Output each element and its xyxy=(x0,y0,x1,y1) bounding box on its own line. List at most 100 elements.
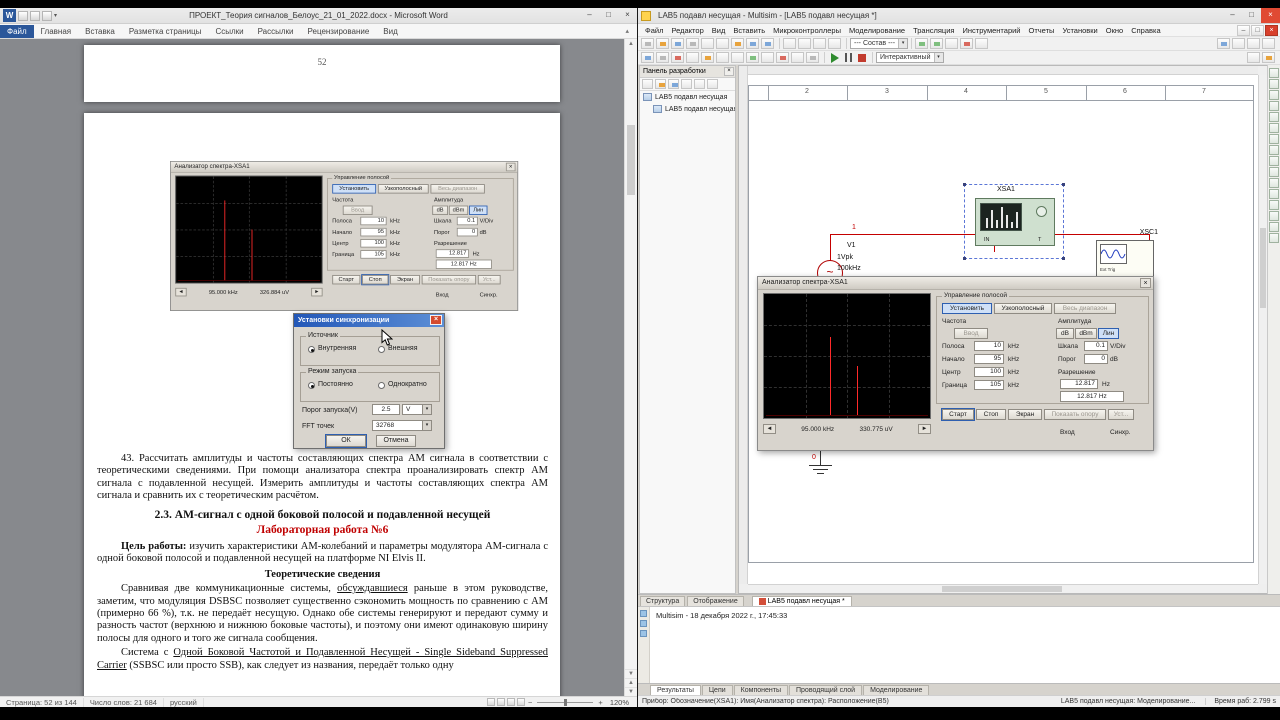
toolbox-tab-visibility[interactable]: Отображение xyxy=(687,596,744,606)
undo-icon[interactable] xyxy=(746,38,759,49)
logic-converter-icon[interactable] xyxy=(1269,167,1279,177)
copy-icon[interactable] xyxy=(716,38,729,49)
lin-button[interactable]: Лин xyxy=(1098,328,1119,339)
span-value[interactable]: 10 xyxy=(974,341,1004,351)
collapse-icon[interactable] xyxy=(707,79,718,89)
chevron-down-icon[interactable]: ▾ xyxy=(898,39,908,48)
tab-components[interactable]: Компоненты xyxy=(733,685,788,695)
wattmeter-icon[interactable] xyxy=(1269,90,1279,100)
iv-analyzer-icon[interactable] xyxy=(1269,178,1279,188)
new-sheet-icon[interactable] xyxy=(642,79,653,89)
xsa1-selection-box[interactable]: XSA1 IN T xyxy=(963,183,1065,260)
dbm-button[interactable]: dBm xyxy=(1075,328,1097,339)
close-icon[interactable]: × xyxy=(724,67,734,76)
maximize-button[interactable]: □ xyxy=(1242,8,1261,23)
v1-refdes[interactable]: V1 xyxy=(847,242,856,249)
menu-simulate[interactable]: Моделирование xyxy=(845,26,909,35)
place-basic-icon[interactable] xyxy=(656,52,669,63)
place-source-icon[interactable] xyxy=(641,52,654,63)
selection-handle[interactable] xyxy=(963,257,966,260)
tab-home[interactable]: Главная xyxy=(34,25,78,38)
open-sheet-icon[interactable] xyxy=(655,79,666,89)
view-print-icon[interactable] xyxy=(487,698,496,706)
postprocessor-icon[interactable] xyxy=(945,38,959,49)
radio-internal[interactable] xyxy=(308,346,315,353)
menu-transfer[interactable]: Трансляция xyxy=(909,26,958,35)
zoom-slider[interactable] xyxy=(537,698,594,706)
menu-mcu[interactable]: Микроконтроллеры xyxy=(769,26,845,35)
log-icon[interactable] xyxy=(640,610,647,617)
end-value[interactable]: 105 xyxy=(974,380,1004,390)
canvas-content[interactable]: 2 3 4 5 6 7 1 ~ V1 1Vpk 100kHz XSA1 IN T… xyxy=(748,75,1258,584)
place-mixed-icon[interactable] xyxy=(761,52,774,63)
selection-handle[interactable] xyxy=(963,183,966,186)
menu-help[interactable]: Справка xyxy=(1127,26,1164,35)
open-icon[interactable] xyxy=(656,38,669,49)
grapher-icon[interactable] xyxy=(915,38,929,49)
zoom-in-icon[interactable] xyxy=(783,38,796,49)
place-ttl-icon[interactable] xyxy=(716,52,729,63)
menu-view[interactable]: Вид xyxy=(708,26,730,35)
zoom-full-icon[interactable] xyxy=(828,38,841,49)
screen-button[interactable]: Экран xyxy=(1008,409,1042,420)
start-button[interactable]: Старт xyxy=(942,409,974,420)
zoom-in-button[interactable]: + xyxy=(595,698,605,707)
stop-simulation-icon[interactable] xyxy=(858,53,866,62)
doc-minimize-button[interactable]: – xyxy=(1237,24,1250,36)
log-icon[interactable] xyxy=(640,620,647,627)
word-vertical-scrollbar[interactable]: ▲ ▼ ▲ ▼ xyxy=(624,39,637,696)
ground-symbol[interactable] xyxy=(809,465,832,466)
tab-file[interactable]: Файл xyxy=(0,24,34,38)
tree-item-root[interactable]: LAB5 подавл несущая xyxy=(640,91,735,103)
transfer-icon[interactable] xyxy=(975,38,989,49)
close-icon[interactable]: × xyxy=(430,315,442,325)
next-page-icon[interactable]: ▼ xyxy=(625,687,637,696)
erc-icon[interactable] xyxy=(960,38,974,49)
maximize-button[interactable]: □ xyxy=(599,8,618,23)
selection-handle[interactable] xyxy=(1062,183,1065,186)
undo-icon[interactable] xyxy=(30,10,40,21)
minimize-button[interactable]: – xyxy=(1223,8,1242,23)
place-power-icon[interactable] xyxy=(791,52,804,63)
scroll-up-icon[interactable]: ▲ xyxy=(625,39,637,49)
radio-continuous[interactable] xyxy=(308,382,315,389)
scrollbar-thumb[interactable] xyxy=(627,125,635,195)
hierarchy-icon[interactable] xyxy=(681,79,692,89)
tree-item-sheet[interactable]: LAB5 подавл несущая xyxy=(640,103,735,115)
selection-handle[interactable] xyxy=(1062,257,1065,260)
tab-copper-layers[interactable]: Проводящий слой xyxy=(789,685,863,695)
simulation-mode-select[interactable]: Интерактивный ▾ xyxy=(876,52,944,63)
spectrum-analyzer-window[interactable]: Анализатор спектра-XSA1 × ◄ 95.000 kHz 3… xyxy=(757,276,1154,451)
close-button[interactable]: × xyxy=(618,8,637,23)
in-use-list[interactable]: --- Состав --- ▾ xyxy=(850,38,909,49)
fft-select[interactable]: 32768 ▾ xyxy=(372,420,432,431)
border-icon[interactable] xyxy=(1262,38,1275,49)
multimeter-icon[interactable] xyxy=(1269,68,1279,78)
enter-button[interactable]: Ввод xyxy=(954,328,988,339)
wizard-icon[interactable] xyxy=(1247,52,1260,63)
ok-button[interactable]: ОК xyxy=(326,435,366,447)
status-page[interactable]: Страница: 52 из 144 xyxy=(0,697,84,707)
pause-simulation-icon[interactable] xyxy=(845,53,852,62)
fullspan-button[interactable]: Весь диапазон xyxy=(1054,303,1116,314)
place-misc-digital-icon[interactable] xyxy=(746,52,759,63)
canvas-horizontal-scrollbar[interactable] xyxy=(748,584,1258,593)
new-icon[interactable] xyxy=(641,38,654,49)
doc-close-button[interactable]: × xyxy=(1265,24,1278,36)
scroll-down-icon[interactable]: ▼ xyxy=(625,669,637,678)
menu-reports[interactable]: Отчеты xyxy=(1025,26,1059,35)
xsa1-instrument-icon[interactable]: IN T xyxy=(975,198,1055,246)
menu-options[interactable]: Установки xyxy=(1058,26,1101,35)
menu-edit[interactable]: Редактор xyxy=(667,26,707,35)
place-diode-icon[interactable] xyxy=(671,52,684,63)
zoom-slider-thumb[interactable] xyxy=(563,698,567,706)
agilent-generator-icon[interactable] xyxy=(1269,222,1279,232)
print-icon[interactable] xyxy=(686,38,699,49)
save-icon[interactable] xyxy=(671,38,684,49)
net-label-0[interactable]: 0 xyxy=(812,454,816,461)
network-analyzer-icon[interactable] xyxy=(1269,211,1279,221)
status-language[interactable]: русский xyxy=(164,697,204,707)
tab-simulation[interactable]: Моделирование xyxy=(863,685,930,695)
status-words[interactable]: Число слов: 21 684 xyxy=(84,697,164,707)
grid-icon[interactable] xyxy=(1247,38,1260,49)
